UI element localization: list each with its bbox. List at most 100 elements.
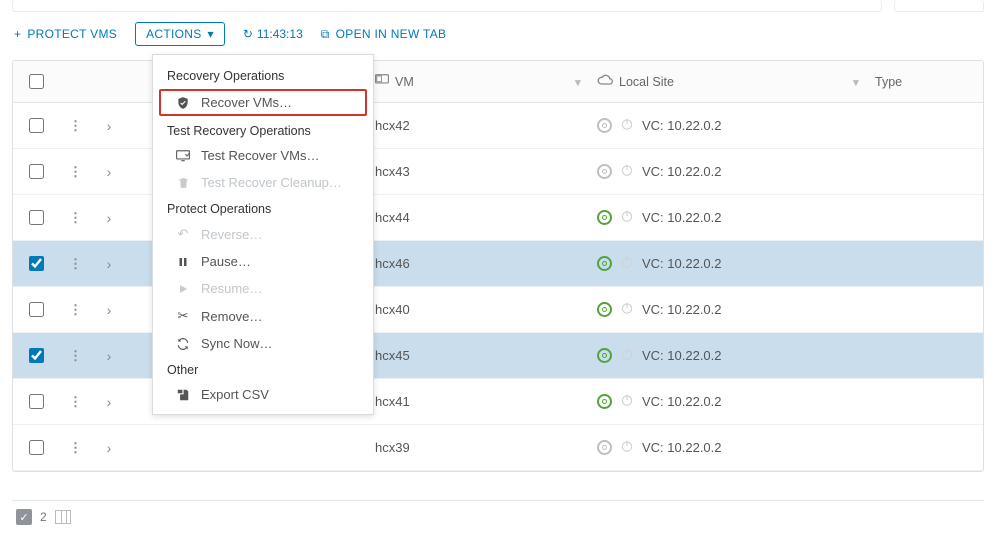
actions-label: ACTIONS	[146, 27, 201, 41]
row-checkbox[interactable]	[29, 348, 44, 363]
select-all-checkbox[interactable]	[29, 74, 44, 89]
row-checkbox[interactable]	[29, 118, 44, 133]
status-swirl-icon	[597, 210, 612, 225]
power-icon	[620, 347, 634, 364]
dd-export[interactable]: Export CSV	[153, 381, 373, 408]
type-cell	[867, 287, 983, 333]
play-icon	[175, 283, 191, 295]
row-checkbox[interactable]	[29, 440, 44, 455]
vm-cell: hcx40	[367, 287, 589, 333]
type-cell	[867, 425, 983, 471]
row-checkbox[interactable]	[29, 302, 44, 317]
row-checkbox[interactable]	[29, 256, 44, 271]
type-cell	[867, 149, 983, 195]
dd-export-label: Export CSV	[201, 387, 269, 402]
power-icon	[620, 117, 634, 134]
kebab-icon[interactable]: ⋮	[69, 210, 81, 225]
chevron-right-icon[interactable]: ›	[107, 302, 112, 318]
status-swirl-icon	[597, 348, 612, 363]
kebab-icon[interactable]: ⋮	[69, 348, 81, 363]
dd-sync-label: Sync Now…	[201, 336, 273, 351]
kebab-icon[interactable]: ⋮	[69, 256, 81, 271]
selected-count: 2	[40, 510, 47, 524]
dd-section-test: Test Recovery Operations	[153, 118, 373, 142]
row-checkbox[interactable]	[29, 164, 44, 179]
kebab-icon[interactable]: ⋮	[69, 302, 81, 317]
undo-icon: ↶	[175, 226, 191, 242]
protect-vms-label: PROTECT VMS	[27, 27, 117, 41]
kebab-icon[interactable]: ⋮	[69, 440, 81, 455]
column-chooser-button[interactable]	[55, 510, 71, 524]
status-swirl-icon	[597, 440, 612, 455]
kebab-icon[interactable]: ⋮	[69, 118, 81, 133]
filter-icon[interactable]: ▾	[853, 74, 859, 89]
dd-pause[interactable]: Pause…	[153, 248, 373, 275]
vm-cell: hcx39	[367, 425, 589, 471]
chevron-right-icon[interactable]: ›	[107, 394, 112, 410]
test-recover-icon	[175, 150, 191, 162]
vm-cell: hcx41	[367, 379, 589, 425]
vm-cell: hcx43	[367, 149, 589, 195]
power-icon	[620, 439, 634, 456]
filter-icon[interactable]: ▾	[575, 74, 581, 89]
chevron-right-icon[interactable]: ›	[107, 440, 112, 456]
time-label: 11:43:13	[257, 27, 303, 41]
shield-check-icon	[175, 96, 191, 110]
open-new-tab-label: OPEN IN NEW TAB	[336, 27, 447, 41]
power-icon	[620, 301, 634, 318]
vc-label: VC: 10.22.0.2	[642, 394, 722, 409]
header-vm[interactable]: VM ▾	[367, 61, 589, 103]
sync-icon	[175, 337, 191, 351]
chevron-right-icon[interactable]: ›	[107, 164, 112, 180]
dd-sync[interactable]: Sync Now…	[153, 330, 373, 357]
protect-vms-button[interactable]: + PROTECT VMS	[14, 27, 117, 41]
dd-section-recovery: Recovery Operations	[153, 63, 373, 87]
power-icon	[620, 255, 634, 272]
local-site-cell: VC: 10.22.0.2	[597, 393, 859, 410]
dd-resume-label: Resume…	[201, 281, 262, 296]
type-cell	[867, 379, 983, 425]
actions-button[interactable]: ACTIONS ▾	[135, 22, 225, 46]
status-swirl-icon	[597, 394, 612, 409]
chevron-right-icon[interactable]: ›	[107, 348, 112, 364]
chevron-right-icon[interactable]: ›	[107, 118, 112, 134]
dd-test-recover[interactable]: Test Recover VMs…	[153, 142, 373, 169]
vm-cell: hcx45	[367, 333, 589, 379]
selection-indicator-icon: ✓	[16, 509, 32, 525]
header-type[interactable]: Type	[867, 61, 983, 103]
row-checkbox[interactable]	[29, 394, 44, 409]
pause-icon	[175, 256, 191, 268]
header-local[interactable]: Local Site ▾	[589, 61, 867, 103]
header-menu-cell	[59, 61, 91, 103]
external-link-icon: ⧉	[321, 27, 330, 42]
trash-icon	[175, 176, 191, 190]
status-swirl-icon	[597, 164, 612, 179]
header-local-label: Local Site	[619, 75, 674, 89]
row-checkbox[interactable]	[29, 210, 44, 225]
table-row[interactable]: ⋮›hcx39VC: 10.22.0.2	[13, 425, 983, 471]
cut-icon: ✂	[175, 308, 191, 324]
chevron-right-icon[interactable]: ›	[107, 210, 112, 226]
header-caret-cell	[91, 61, 127, 103]
vc-label: VC: 10.22.0.2	[642, 210, 722, 225]
vm-cell: hcx42	[367, 103, 589, 149]
header-type-label: Type	[875, 75, 902, 89]
type-cell	[867, 103, 983, 149]
local-site-cell: VC: 10.22.0.2	[597, 255, 859, 272]
chevron-right-icon[interactable]: ›	[107, 256, 112, 272]
dd-section-other: Other	[153, 357, 373, 381]
header-checkbox-cell	[13, 61, 59, 103]
dd-reverse-label: Reverse…	[201, 227, 262, 242]
status-swirl-icon	[597, 302, 612, 317]
status-swirl-icon	[597, 118, 612, 133]
open-new-tab-button[interactable]: ⧉ OPEN IN NEW TAB	[321, 27, 447, 42]
dd-remove[interactable]: ✂ Remove…	[153, 302, 373, 330]
panel-placeholder-left	[12, 0, 882, 12]
vc-label: VC: 10.22.0.2	[642, 348, 722, 363]
local-site-cell: VC: 10.22.0.2	[597, 117, 859, 134]
power-icon	[620, 209, 634, 226]
dd-recover-vms[interactable]: Recover VMs…	[159, 89, 367, 116]
refresh-time[interactable]: ↻ 11:43:13	[243, 27, 303, 41]
kebab-icon[interactable]: ⋮	[69, 394, 81, 409]
kebab-icon[interactable]: ⋮	[69, 164, 81, 179]
